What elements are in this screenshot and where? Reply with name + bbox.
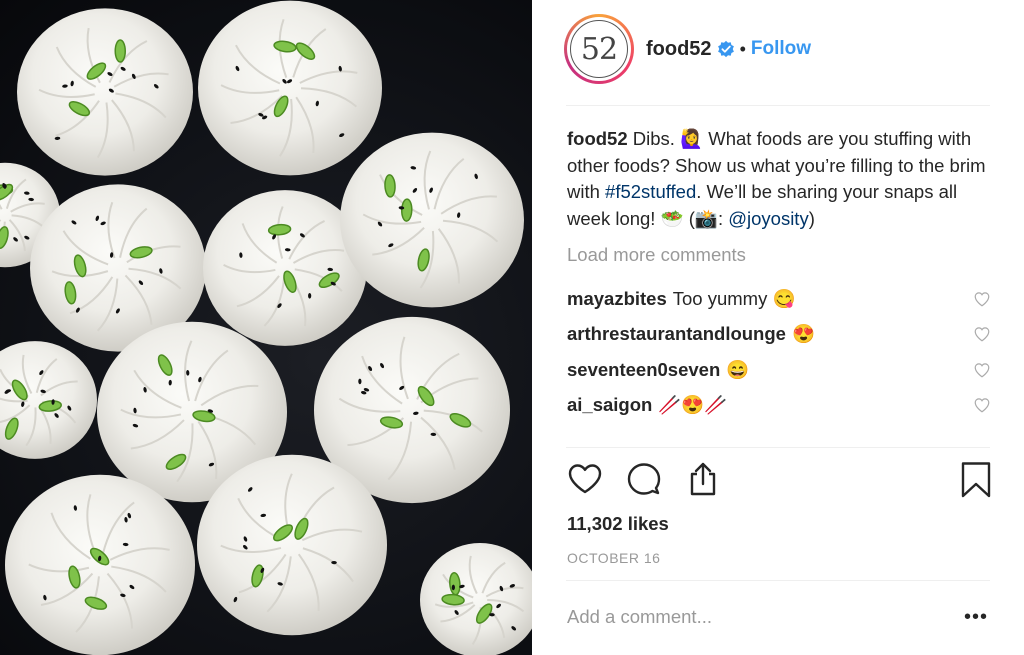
post-details-panel: 52 food52 • Follow food52 Dibs. 🙋‍♀️ Wha…	[532, 0, 1024, 655]
comment-text: Too yummy 😋	[672, 287, 796, 309]
post-actions-bar	[567, 461, 993, 501]
bun	[198, 0, 382, 176]
more-options-button[interactable]: •••	[964, 607, 988, 627]
bun	[197, 454, 387, 636]
comment-text: 🥢😍🥢	[658, 394, 728, 416]
bun	[340, 132, 524, 308]
caption-username[interactable]: food52	[567, 128, 628, 149]
post-image[interactable]	[0, 0, 532, 655]
save-bookmark-icon[interactable]	[960, 461, 992, 499]
comment-text: 😄	[726, 358, 750, 380]
like-heart-icon[interactable]	[567, 461, 603, 497]
caption-text-3: )	[808, 207, 815, 229]
comment-text: 😍	[791, 323, 815, 345]
hashtag-link[interactable]: #f52stuffed	[605, 181, 696, 202]
comment-item: mayazbites Too yummy 😋	[567, 281, 991, 317]
like-comment-heart-icon[interactable]	[973, 325, 991, 343]
comment-username[interactable]: seventeen0seven	[567, 359, 720, 380]
profile-username[interactable]: food52	[646, 38, 712, 61]
steamed-buns-illustration	[0, 0, 532, 655]
comment-item: ai_saigon 🥢😍🥢	[567, 388, 991, 424]
header-separator: •	[739, 38, 746, 59]
divider	[566, 105, 990, 106]
post-header: 52 food52 • Follow	[564, 12, 994, 86]
likes-count[interactable]: 11,302 likes	[567, 513, 669, 535]
share-icon[interactable]	[685, 461, 721, 497]
add-comment-input[interactable]	[567, 606, 917, 628]
mention-link[interactable]: @joyosity	[728, 208, 808, 229]
bun	[0, 341, 97, 459]
divider	[566, 580, 990, 581]
like-comment-heart-icon[interactable]	[973, 396, 991, 414]
comment-username[interactable]: arthrestaurantandlounge	[567, 323, 786, 344]
like-comment-heart-icon[interactable]	[973, 361, 991, 379]
comment-username[interactable]: mayazbites	[567, 288, 667, 309]
comments-list: mayazbites Too yummy 😋 arthrestaurantandl…	[567, 281, 991, 423]
comment-item: seventeen0seven 😄	[567, 352, 991, 388]
avatar[interactable]: 52	[564, 14, 634, 84]
bun	[17, 8, 193, 176]
post-caption: food52 Dibs. 🙋‍♀️ What foods are you stu…	[567, 126, 997, 232]
verified-badge-icon	[717, 40, 735, 58]
post-date[interactable]: OCTOBER 16	[567, 550, 660, 566]
avatar-logo: 52	[570, 20, 628, 78]
comment-bubble-icon[interactable]	[626, 461, 662, 497]
divider	[566, 447, 990, 448]
load-more-comments-link[interactable]: Load more comments	[567, 244, 746, 266]
bun	[420, 543, 532, 655]
bun	[5, 474, 195, 655]
follow-button[interactable]: Follow	[751, 38, 811, 60]
comment-username[interactable]: ai_saigon	[567, 394, 652, 415]
comment-item: arthrestaurantandlounge 😍	[567, 317, 991, 353]
like-comment-heart-icon[interactable]	[973, 290, 991, 308]
